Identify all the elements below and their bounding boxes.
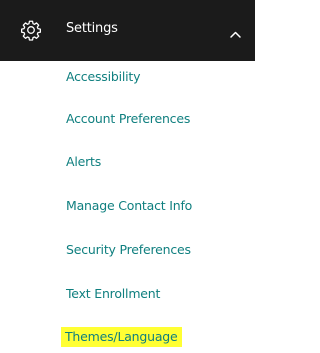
- menu-item-alerts[interactable]: Alerts: [66, 154, 101, 170]
- settings-header[interactable]: Settings: [0, 0, 255, 61]
- menu-item-themes-language[interactable]: Themes/Language: [61, 327, 182, 347]
- settings-title: Settings: [66, 21, 118, 36]
- menu-item-text-enrollment[interactable]: Text Enrollment: [66, 286, 160, 302]
- menu-item-accessibility[interactable]: Accessibility: [66, 69, 141, 85]
- menu-item-security-preferences[interactable]: Security Preferences: [66, 242, 191, 258]
- menu-item-account-preferences[interactable]: Account Preferences: [66, 111, 190, 127]
- chevron-up-icon[interactable]: [229, 25, 242, 38]
- gear-icon: [20, 19, 42, 41]
- menu-item-manage-contact-info[interactable]: Manage Contact Info: [66, 198, 192, 214]
